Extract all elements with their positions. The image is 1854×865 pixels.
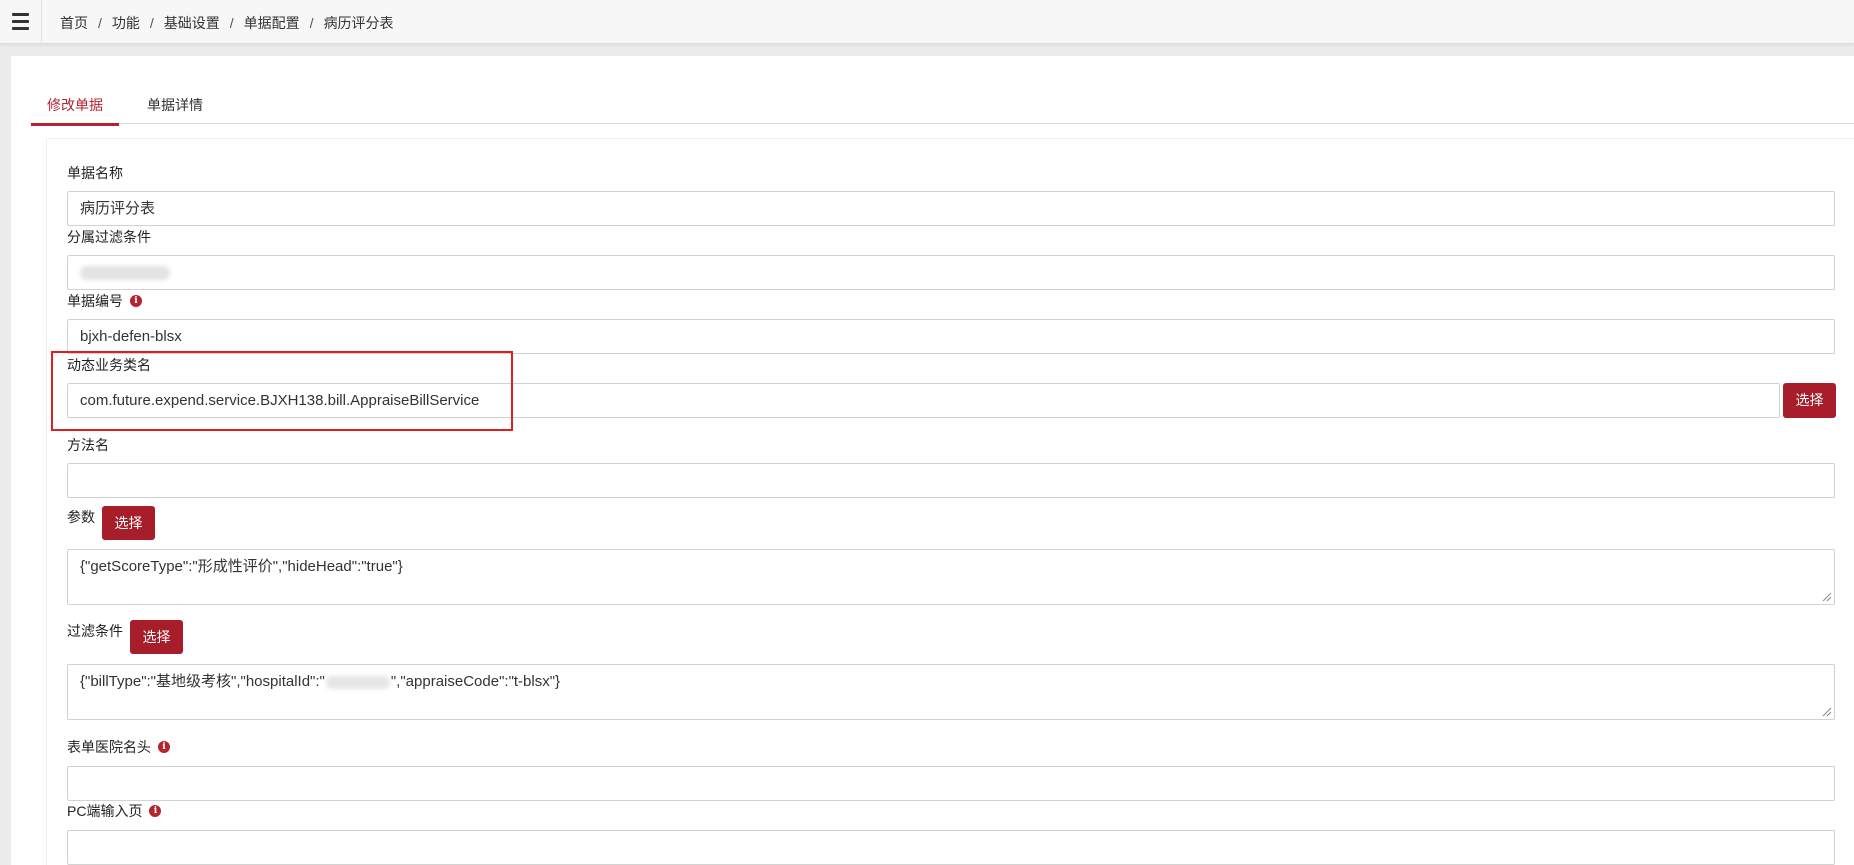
info-icon[interactable]: i [130,295,142,307]
breadcrumb-separator: / [149,15,154,31]
dynamic-service-input[interactable]: com.future.expend.service.BJXH138.bill.A… [67,383,1780,418]
hospital-header-label-wrap: 表单医院名头 i [67,737,170,757]
info-icon[interactable]: i [149,805,162,817]
dynamic-service-select-button[interactable]: 选择 [1783,383,1836,418]
bill-name-label: 单据名称 [67,165,123,181]
filter-affiliation-input[interactable] [67,255,1835,290]
redacted-value [80,266,170,280]
breadcrumb-home[interactable]: 首页 [60,13,88,33]
breadcrumb-separator: / [98,15,102,31]
method-name-input[interactable] [67,463,1835,498]
filter-condition-value-prefix: {"billType":"基地级考核","hospitalId":" [80,673,325,690]
bill-name-input[interactable]: 病历评分表 [67,191,1835,226]
bill-code-label-wrap: 单据编号 i [67,291,142,311]
breadcrumb: 首页 / 功能 / 基础设置 / 单据配置 / 病历评分表 [60,13,394,33]
breadcrumb-bill-config[interactable]: 单据配置 [244,13,300,33]
tab-bill-details[interactable]: 单据详情 [131,86,219,124]
params-textarea[interactable]: {"getScoreType":"形成性评价","hideHead":"true… [67,549,1835,605]
breadcrumb-separator: / [309,15,314,31]
breadcrumb-current: 病历评分表 [323,15,394,31]
main-card: 修改单据 单据详情 单据名称 病历评分表 分属过滤条件 单据编号 i bjxh-… [11,56,1854,865]
filter-condition-value-suffix: ","appraiseCode":"t-blsx"} [390,673,561,690]
resize-handle-icon[interactable] [1820,705,1832,717]
tab-edit-bill[interactable]: 修改单据 [31,86,119,126]
pc-input-page-label-wrap: PC端输入页 i [67,801,162,821]
method-name-label: 方法名 [67,437,109,453]
filter-condition-textarea[interactable]: {"billType":"基地级考核","hospitalId":" ","app… [67,664,1835,720]
hospital-header-input[interactable] [67,766,1835,801]
breadcrumb-function[interactable]: 功能 [112,13,140,33]
hospital-header-label: 表单医院名头 [67,739,151,755]
filter-condition-select-button[interactable]: 选择 [130,620,183,654]
bill-code-label: 单据编号 [67,293,123,309]
hamburger-icon[interactable] [0,0,42,44]
pc-input-page-label: PC端输入页 [67,803,143,819]
bill-code-input[interactable]: bjxh-defen-blsx [67,319,1835,354]
params-label: 参数 [67,509,95,525]
tab-bar: 修改单据 单据详情 [31,86,1854,126]
params-select-button[interactable]: 选择 [102,506,155,540]
filter-condition-label: 过滤条件 [67,623,123,639]
params-value: {"getScoreType":"形成性评价","hideHead":"true… [80,558,403,575]
pc-input-page-input[interactable] [67,830,1835,865]
redacted-value [325,675,390,689]
dynamic-service-label: 动态业务类名 [67,357,151,373]
filter-affiliation-label: 分属过滤条件 [67,229,151,245]
top-bar: 首页 / 功能 / 基础设置 / 单据配置 / 病历评分表 [0,0,1854,44]
breadcrumb-separator: / [229,15,234,31]
breadcrumb-basic-settings[interactable]: 基础设置 [164,13,220,33]
info-icon[interactable]: i [158,741,170,753]
form-panel: 单据名称 病历评分表 分属过滤条件 单据编号 i bjxh-defen-blsx… [46,138,1854,865]
resize-handle-icon[interactable] [1820,590,1832,602]
